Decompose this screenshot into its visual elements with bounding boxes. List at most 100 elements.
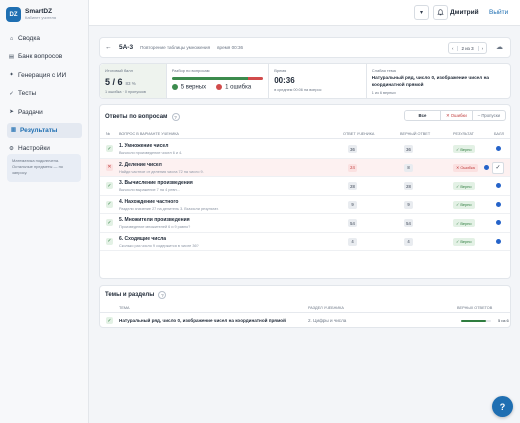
filter-skipped-button[interactable]: – Пропуски — [471, 111, 505, 120]
col-correct-answer: Верный ответ — [400, 132, 431, 136]
top-bar: ▾ Дмитрий Выйти — [89, 0, 520, 26]
brand-text: SmartDZ Кабинет учителя — [25, 8, 57, 21]
book-icon: ▤ — [8, 53, 15, 60]
correct-answer: 4 — [404, 237, 413, 246]
correct-answer: 54 — [404, 219, 413, 227]
topics-panel: Темы и разделы? Тема Раздел учебника Вер… — [99, 285, 511, 328]
sidebar-item-tests[interactable]: ✓ Тесты — [0, 86, 89, 101]
brand-logo: DZ — [6, 7, 21, 22]
question-text: Вычисли выражение 7 на 4 ревн... — [119, 188, 180, 192]
question-text: Вычисли произведение чисел 6 и 4. — [119, 151, 183, 155]
table-row[interactable]: ✓ 1. Умножение чисел Вычисли произведени… — [100, 140, 510, 159]
subject-note: Математика подключена. Остальные предмет… — [7, 154, 81, 182]
breakdown-counts: 5 верных 1 ошибка — [171, 84, 264, 91]
result-header: ← 5А-3 Повторение таблицы умножения врем… — [99, 37, 511, 58]
pager-prev-button[interactable]: ‹ — [449, 46, 457, 51]
check-icon: ✓ — [106, 182, 113, 189]
table-row[interactable]: ✓ Натуральный ряд, число 0, изображение … — [100, 314, 510, 328]
chevron-down-icon: ▾ — [419, 10, 423, 16]
check-icon: ✓ — [106, 219, 113, 226]
mark-correct-button[interactable]: ✓ — [492, 161, 504, 174]
time-label: Время — [274, 68, 287, 73]
point-dot-icon — [484, 164, 489, 170]
correct-count-text: 5 верных — [180, 84, 207, 91]
correct-answer: 9 — [404, 200, 413, 209]
pager-next-button[interactable]: › — [479, 46, 487, 51]
col-points: Балл — [494, 132, 505, 136]
correct-dot-icon — [171, 84, 178, 90]
sidebar-item-label: Тесты — [18, 90, 37, 98]
answers-table-header: № Вопрос в варианте ученика Ответ ученик… — [100, 129, 510, 139]
check-icon: ✓ — [9, 90, 14, 97]
pager-position: 2 из 3 — [456, 45, 479, 51]
sidebar-item-results[interactable]: ▥ Результаты — [7, 122, 82, 138]
filter-all-button[interactable]: Все — [405, 111, 440, 120]
back-arrow-icon[interactable]: ← — [105, 44, 113, 51]
sidebar-item-question-bank[interactable]: ▤ Банк вопросов — [0, 49, 89, 64]
question-text: Найди частное от деления числа 72 на чис… — [119, 169, 204, 174]
check-icon: ✓ — [106, 145, 113, 152]
sidebar-nav: ⌂ Сводка ▤ Банк вопросов ✦ Генерация с ИИ ✓… — [0, 31, 89, 160]
student-answer: 36 — [348, 145, 357, 153]
sidebar-item-label: Результаты — [20, 126, 58, 134]
col-correct-count: Верных ответов — [457, 306, 493, 310]
time-value: 00:36 — [274, 76, 295, 85]
test-title: Повторение таблицы умножения — [140, 45, 211, 50]
error-count-text: 1 ошибка — [225, 84, 252, 91]
col-number: № — [106, 132, 111, 136]
table-row[interactable]: ✓ 4. Нахождение частного Раздели значени… — [100, 196, 510, 214]
point-dot-icon — [496, 238, 501, 244]
sidebar-item-summary[interactable]: ⌂ Сводка — [0, 31, 89, 46]
point-dot-icon — [496, 220, 501, 225]
brand[interactable]: DZ SmartDZ Кабинет учителя — [0, 0, 88, 22]
answers-heading: Ответы по вопросам? — [105, 113, 180, 121]
weak-topic-name: Натуральный ряд, число 0, изображение чи… — [371, 75, 490, 87]
question-title: 5. Множители произведения — [119, 217, 190, 223]
time-card: Время 00:36 в среднем 00:06 на вопрос — [269, 64, 367, 98]
table-row[interactable]: ✓ 3. Вычисление произведения Вычисли выр… — [100, 177, 510, 196]
help-icon[interactable]: ? — [171, 113, 180, 121]
weak-topic-card: Слабая тема Натуральный ряд, число 0, из… — [367, 64, 510, 98]
question-text: Раздели значение 27 на делитель 3. Вычис… — [119, 206, 219, 211]
table-row[interactable]: ✓ 5. Множители произведения Произведение… — [100, 214, 510, 233]
table-row[interactable]: ✓ 6. Сходящие числа Сколько раз число 9 … — [100, 233, 510, 251]
notifications-button[interactable] — [433, 5, 448, 20]
main-content: ← 5А-3 Повторение таблицы умножения врем… — [89, 26, 520, 423]
cloud-icon[interactable]: ☁ — [496, 43, 506, 53]
error-dot-icon — [216, 84, 223, 90]
student-pager: ‹ 2 из 3 › — [448, 42, 488, 54]
result-badge: ✓ Верно — [453, 145, 475, 153]
logout-link[interactable]: Выйти — [489, 5, 508, 20]
filter-errors-button[interactable]: ✕ Ошибки — [440, 111, 472, 120]
question-title: 6. Сходящие числа — [119, 235, 167, 242]
sidebar-item-label: Банк вопросов — [18, 53, 63, 61]
sidebar: DZ SmartDZ Кабинет учителя ⌂ Сводка ▤ Банк… — [0, 0, 89, 423]
topic-correct-count: 5 из 6 — [498, 318, 509, 323]
student-answer: 24 — [348, 163, 357, 172]
check-icon: ✓ — [106, 237, 113, 245]
brand-subtitle: Кабинет учителя — [25, 15, 57, 21]
sidebar-item-distributions[interactable]: ➤ Раздачи — [0, 105, 89, 120]
breakdown-bar-errors — [247, 77, 264, 80]
table-row[interactable]: ✕ 2. Деление чисел Найди частное от деле… — [100, 158, 510, 177]
score-note: 1 ошибка · 0 пропусков — [105, 90, 146, 94]
col-question: Вопрос в варианте ученика — [119, 132, 179, 136]
menu-toggle-button[interactable]: ▾ — [414, 5, 429, 20]
question-text: Произведение множителей 6 и 9 равно? — [119, 225, 191, 229]
user-name[interactable]: Дмитрий — [450, 5, 479, 20]
student-answer: 9 — [348, 200, 357, 209]
sidebar-item-ai-generation[interactable]: ✦ Генерация с ИИ — [0, 68, 89, 83]
topics-title: Темы и разделы — [105, 292, 155, 298]
question-title: 2. Деление чисел — [119, 161, 162, 168]
help-button[interactable]: ? — [492, 396, 513, 417]
point-dot-icon — [496, 201, 501, 207]
help-icon[interactable]: ? — [158, 291, 167, 299]
score-value: 5 / 6 83 % — [105, 77, 161, 87]
correct-answer: 28 — [404, 182, 413, 190]
point-dot-icon — [496, 146, 501, 151]
bell-icon — [437, 9, 444, 16]
student-answer: 4 — [348, 237, 357, 246]
sidebar-item-label: Настройки — [18, 145, 50, 153]
question-title: 3. Вычисление произведения — [119, 180, 193, 186]
stats-panel: Итоговый балл 5 / 6 83 % 1 ошибка · 0 про… — [99, 63, 511, 99]
